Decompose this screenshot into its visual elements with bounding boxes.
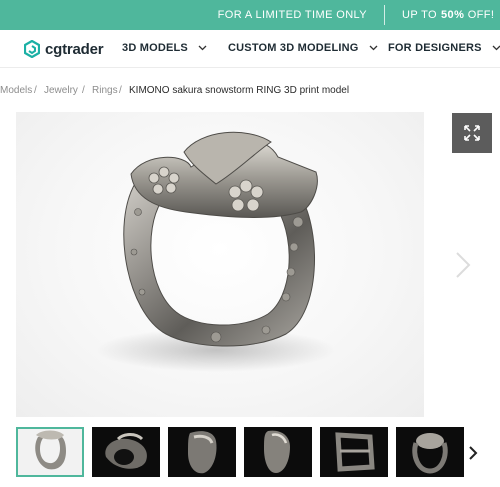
breadcrumb-item-models[interactable]: Models — [0, 85, 32, 96]
main-nav: cgtrader 3D MODELS CUSTOM 3D MODELING FO… — [0, 30, 500, 68]
promo-deal-percent: 50% — [441, 9, 465, 21]
promo-limited-text: FOR A LIMITED TIME ONLY — [217, 9, 367, 21]
thumbnail-4[interactable] — [244, 427, 312, 477]
thumbnail-2[interactable] — [92, 427, 160, 477]
ring-thumbnail-image — [105, 433, 147, 469]
nav-3d-models-label: 3D MODELS — [122, 42, 188, 54]
nav-custom-3d-modeling[interactable]: CUSTOM 3D MODELING — [228, 42, 378, 54]
breadcrumb-separator: / — [34, 85, 37, 96]
chevron-right-icon — [469, 446, 478, 460]
logo-text: cgtrader — [45, 40, 104, 58]
thumbnail-6[interactable] — [396, 427, 464, 477]
promo-banner[interactable]: FOR A LIMITED TIME ONLY UP TO 50% OFF! — [0, 0, 500, 30]
fullscreen-button[interactable] — [452, 113, 492, 153]
breadcrumb-item-jewelry[interactable]: Jewelry — [44, 85, 78, 96]
promo-deal-suffix: OFF! — [467, 9, 495, 21]
chevron-right-icon — [456, 252, 471, 278]
chevron-down-icon — [369, 45, 377, 51]
ring-thumbnail-image — [335, 432, 375, 472]
promo-deal-prefix: UP TO — [402, 9, 438, 21]
ring-render-image — [96, 131, 336, 372]
thumbnail-3[interactable] — [168, 427, 236, 477]
breadcrumb-separator: / — [82, 85, 85, 96]
thumbnail-5[interactable] — [320, 427, 388, 477]
ring-thumbnail-image — [35, 430, 66, 470]
thumbnails-next-button[interactable] — [466, 443, 480, 463]
breadcrumb: Models / Jewelry / Rings / KIMONO sakura… — [0, 80, 500, 100]
ring-thumbnail-image — [264, 430, 290, 473]
nav-for-designers-label: FOR DESIGNERS — [388, 42, 482, 54]
nav-for-designers[interactable]: FOR DESIGNERS — [388, 42, 500, 54]
nav-custom-modeling-label: CUSTOM 3D MODELING — [228, 42, 359, 54]
product-image-viewer[interactable] — [16, 112, 424, 417]
ring-thumbnail-image — [188, 431, 217, 474]
next-image-button[interactable] — [453, 250, 473, 280]
breadcrumb-item-rings[interactable]: Rings — [92, 85, 118, 96]
thumbnail-strip — [0, 425, 500, 479]
promo-deal: UP TO 50% OFF! — [402, 9, 494, 21]
chevron-down-icon — [492, 45, 500, 51]
expand-arrows-icon — [464, 125, 480, 141]
ring-thumbnail-image — [412, 433, 448, 474]
thumbnail-1[interactable] — [16, 427, 84, 477]
breadcrumb-separator: / — [119, 85, 122, 96]
nav-3d-models[interactable]: 3D MODELS — [122, 42, 207, 54]
cube-hexagon-icon — [24, 40, 40, 58]
logo[interactable]: cgtrader — [24, 40, 104, 58]
breadcrumb-current: KIMONO sakura snowstorm RING 3D print mo… — [129, 85, 350, 96]
chevron-down-icon — [198, 45, 207, 51]
promo-divider — [384, 5, 385, 25]
